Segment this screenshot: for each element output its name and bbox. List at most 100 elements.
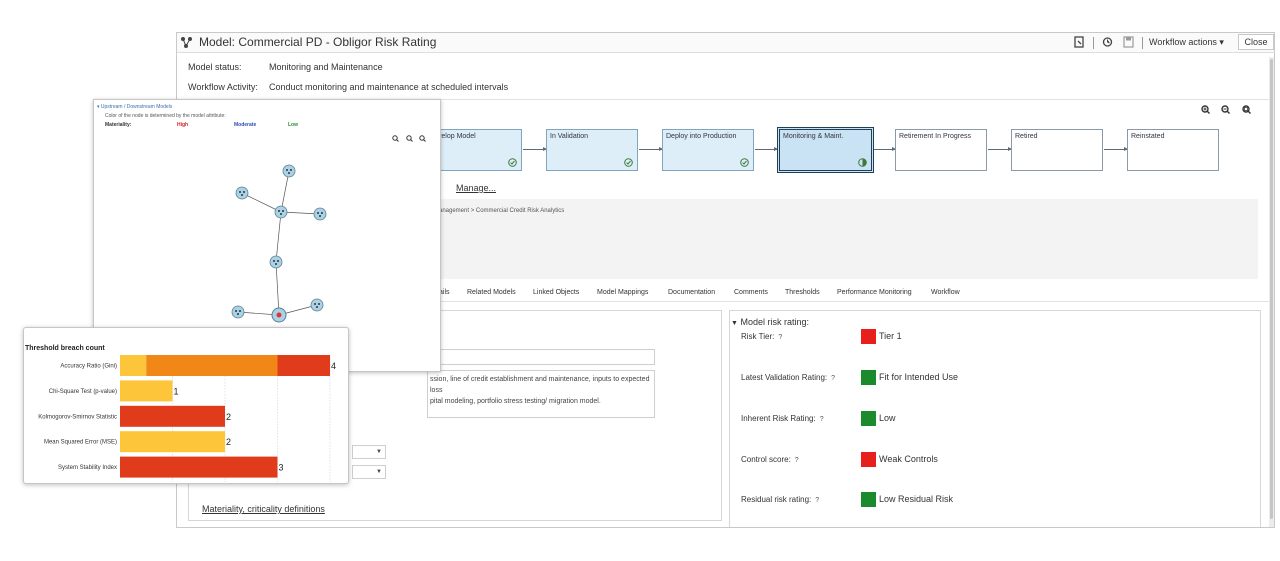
workflow-step-label: Retirement In Progress xyxy=(899,133,971,140)
risk-tier-swatch xyxy=(861,329,876,344)
validation-rating-label: Latest Validation Rating:? xyxy=(741,373,835,382)
caret-down-icon: ▾ xyxy=(1219,37,1224,47)
materiality-select[interactable]: ▼ xyxy=(352,445,386,459)
model-status-label: Model status: xyxy=(188,62,242,72)
network-node[interactable] xyxy=(269,255,283,269)
tab-documentation[interactable]: Documentation xyxy=(668,289,715,296)
bar-segment xyxy=(120,355,147,376)
workflow-arrow xyxy=(874,147,896,151)
criticality-select[interactable]: ▼ xyxy=(352,465,386,479)
workflow-step-deploy-into-production[interactable]: Deploy into Production xyxy=(662,129,754,171)
bar-segment xyxy=(120,431,225,453)
help-icon[interactable]: ? xyxy=(795,457,799,464)
check-circle-icon xyxy=(740,158,749,167)
risk-tier-label: Risk Tier:? xyxy=(741,332,782,341)
breadcrumb: anagement > Commercial Credit Risk Analy… xyxy=(439,208,565,214)
data-label: 2 xyxy=(226,437,231,447)
network-edge xyxy=(241,192,282,213)
scrollbar-thumb[interactable] xyxy=(1270,59,1273,519)
network-edge xyxy=(275,261,280,316)
data-label: 1 xyxy=(174,386,179,396)
model-status-value: Monitoring and Maintenance xyxy=(269,62,383,72)
network-node-selected[interactable] xyxy=(271,307,287,323)
help-icon[interactable]: ? xyxy=(778,334,782,341)
save-icon[interactable] xyxy=(1123,36,1134,48)
label-text: Inherent Risk Rating: xyxy=(741,414,816,423)
bar-segment xyxy=(120,405,225,427)
network-node[interactable] xyxy=(310,298,324,312)
data-label: 2 xyxy=(226,412,231,422)
network-node[interactable] xyxy=(274,205,288,219)
close-button[interactable]: Close xyxy=(1238,34,1274,50)
toolbar-divider xyxy=(1093,37,1094,49)
workflow-step-reinstated[interactable]: Reinstated xyxy=(1127,129,1219,171)
title-bar: Model: Commercial PD - Obligor Risk Rati… xyxy=(177,33,1274,53)
network-node[interactable] xyxy=(282,164,296,178)
tab-model-mappings[interactable]: Model Mappings xyxy=(597,289,648,296)
risk-section-toggle[interactable]: ▼ Model risk rating: xyxy=(731,317,809,327)
history-icon[interactable] xyxy=(1102,36,1113,48)
zoom-out-icon[interactable] xyxy=(1221,105,1230,114)
workflow-step-retirement-in-progress[interactable]: Retirement In Progress xyxy=(895,129,987,171)
zoom-in-icon[interactable] xyxy=(1201,105,1210,114)
workflow-step-label: Reinstated xyxy=(1131,133,1165,140)
network-edges xyxy=(237,170,321,316)
inherent-risk-swatch xyxy=(861,411,876,426)
help-icon[interactable]: ? xyxy=(831,375,835,382)
zoom-fit-icon[interactable] xyxy=(419,135,426,142)
materiality-criticality-link[interactable]: Materiality, criticality definitions xyxy=(202,504,325,514)
tab-thresholds[interactable]: Thresholds xyxy=(785,289,820,296)
workflow-step-in-validation[interactable]: In Validation xyxy=(546,129,638,171)
workflow-arrow xyxy=(523,147,547,151)
bar-segment xyxy=(146,355,278,376)
check-circle-icon xyxy=(624,158,633,167)
tab-linked-objects[interactable]: Linked Objects xyxy=(533,289,579,296)
network-node[interactable] xyxy=(235,186,249,200)
zoom-out-icon[interactable] xyxy=(406,135,413,142)
network-nodes xyxy=(231,164,327,323)
in-progress-icon xyxy=(858,158,867,167)
workflow-step-monitoring-maint[interactable]: Monitoring & Maint. xyxy=(777,127,874,173)
workflow-arrow xyxy=(639,147,663,151)
residual-risk-label: Residual risk rating:? xyxy=(741,495,819,504)
network-node[interactable] xyxy=(231,305,245,319)
threshold-chart-popup: Threshold breach count Accuracy Ratio (G… xyxy=(23,327,349,484)
workflow-step-label: In Validation xyxy=(550,133,589,140)
tab-comments[interactable]: Comments xyxy=(734,289,768,296)
label-text: Control score: xyxy=(741,455,791,464)
bar-segment xyxy=(120,380,173,402)
caret-down-icon: ▼ xyxy=(731,320,738,327)
description-field[interactable]: ssion, line of credit establishment and … xyxy=(427,370,655,418)
tab-related-models[interactable]: Related Models xyxy=(467,289,516,296)
workflow-step-retired[interactable]: Retired xyxy=(1011,129,1103,171)
help-icon[interactable]: ? xyxy=(815,497,819,504)
help-icon[interactable]: ? xyxy=(820,416,824,423)
category-label: System Stability Index xyxy=(58,465,117,471)
bar-segment xyxy=(277,355,330,376)
category-label: Kolmogorov-Smirnov Statistic xyxy=(38,414,117,420)
tab-performance-monitoring[interactable]: Performance Monitoring xyxy=(837,289,912,296)
tab-workflow[interactable]: Workflow xyxy=(931,289,960,296)
control-score-swatch xyxy=(861,452,876,467)
model-name-input[interactable] xyxy=(427,349,655,365)
workflow-activity-value: Conduct monitoring and maintenance at sc… xyxy=(269,82,509,92)
report-icon[interactable] xyxy=(1074,36,1085,48)
risk-section-title: Model risk rating: xyxy=(740,317,809,327)
residual-risk-swatch xyxy=(861,492,876,507)
workflow-step-develop-model[interactable]: evelop Model xyxy=(430,129,522,171)
residual-risk-value: Low Residual Risk xyxy=(879,494,954,504)
category-label: Chi-Square Test (p-value) xyxy=(49,389,117,395)
risk-tier-value: Tier 1 xyxy=(879,331,902,341)
zoom-fit-icon[interactable] xyxy=(1242,105,1251,114)
workflow-arrow xyxy=(755,147,778,151)
chevron-down-icon: ▼ xyxy=(376,449,382,455)
page-title: Model: Commercial PD - Obligor Risk Rati… xyxy=(199,35,437,49)
zoom-in-icon[interactable] xyxy=(392,135,399,142)
workflow-actions-menu[interactable]: Workflow actions ▾ xyxy=(1149,37,1224,48)
validation-rating-swatch xyxy=(861,370,876,385)
network-node[interactable] xyxy=(313,207,327,221)
check-circle-icon xyxy=(508,158,517,167)
validation-rating-value: Fit for Intended Use xyxy=(879,372,959,382)
manage-link[interactable]: Manage... xyxy=(456,183,496,193)
category-label: Accuracy Ratio (Gini) xyxy=(60,364,117,370)
